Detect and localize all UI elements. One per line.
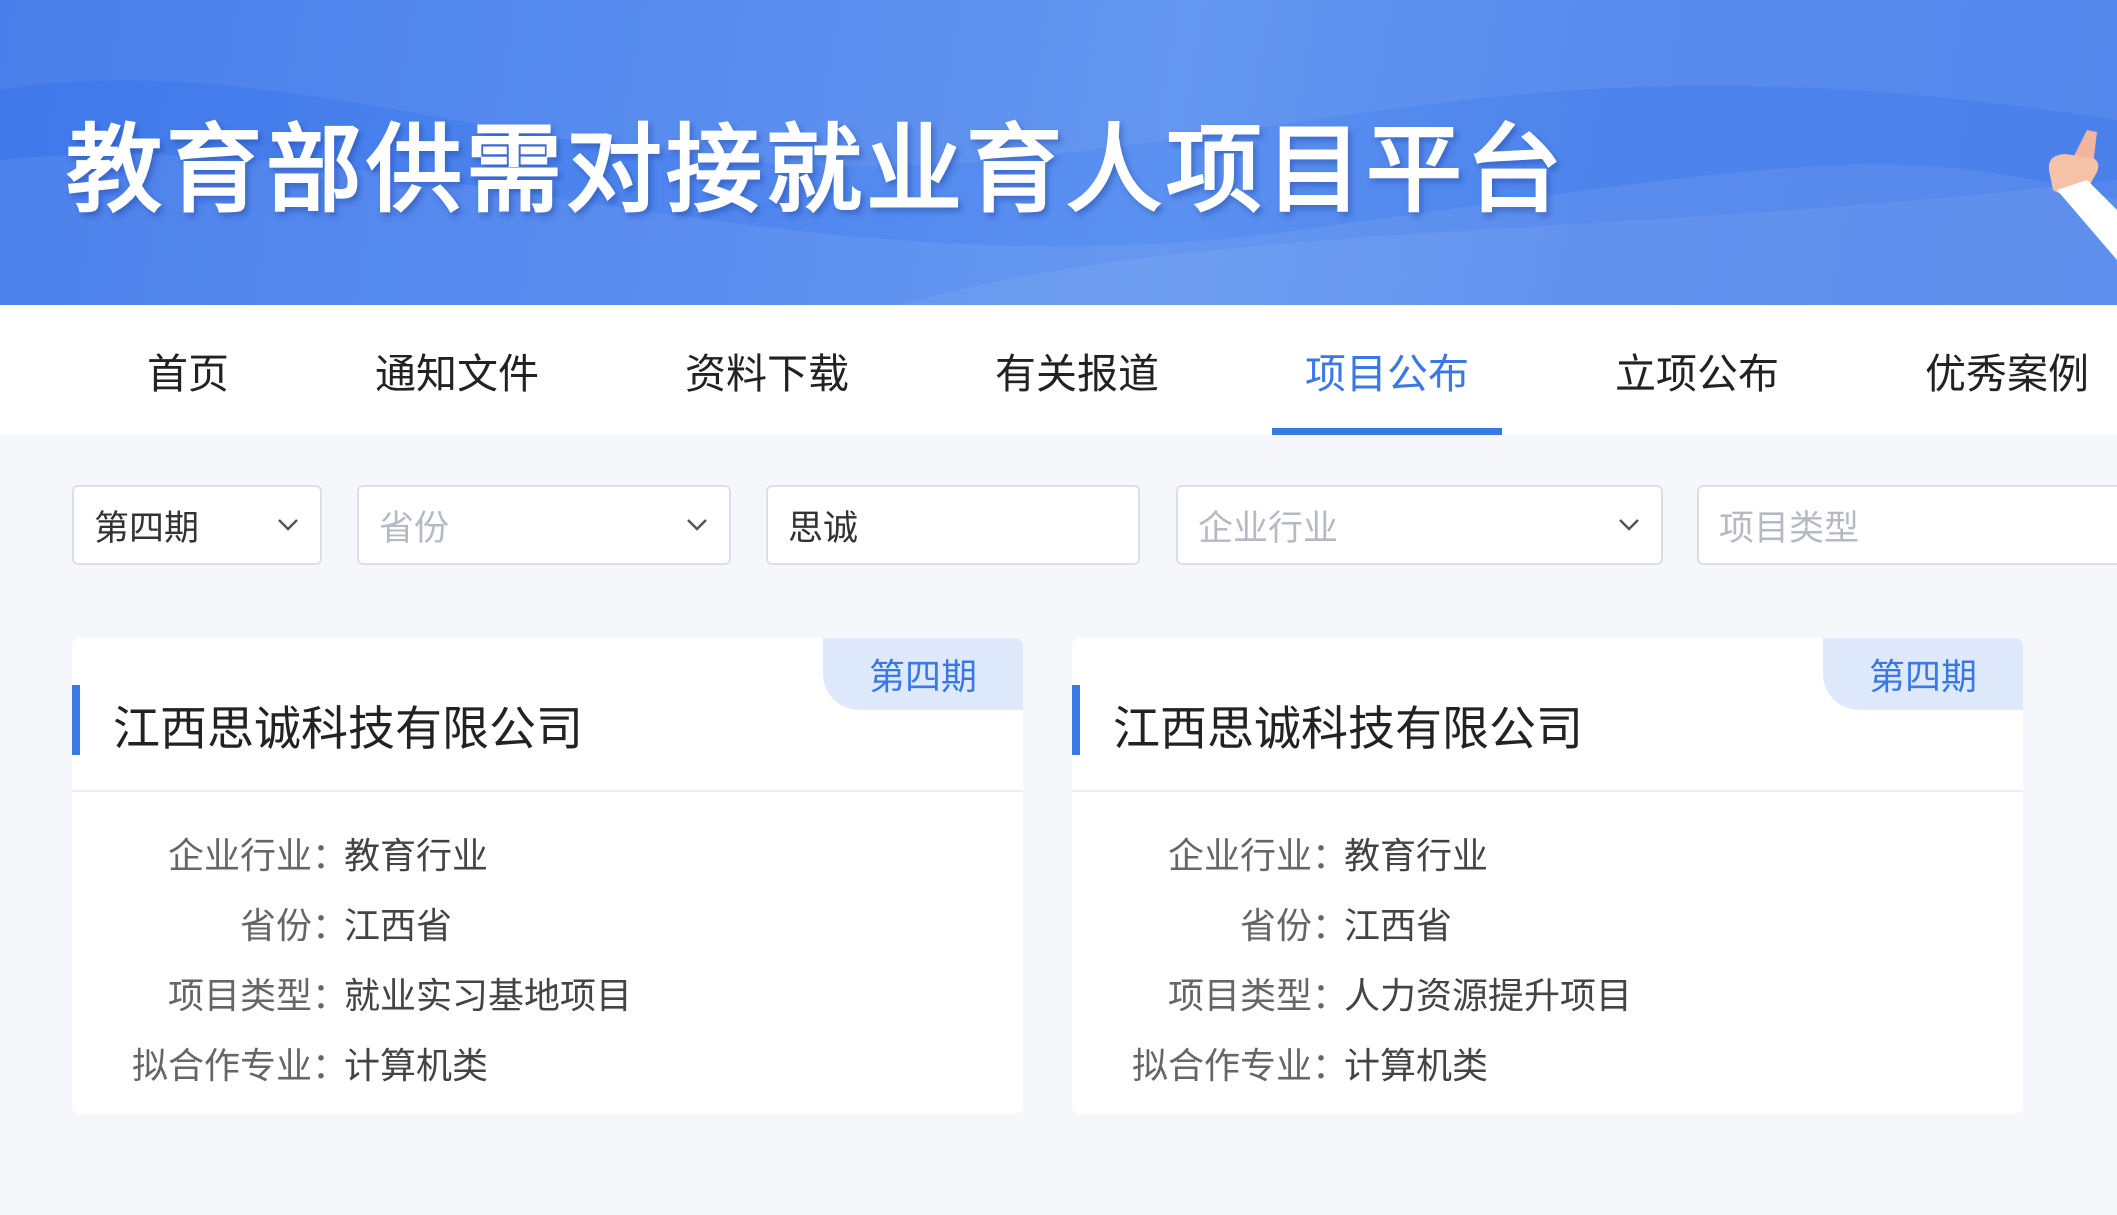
period-select-value: 第四期 — [94, 508, 200, 549]
site-title: 教育部供需对接就业育人项目平台 — [66, 114, 1566, 226]
field-label: 项目类型 — [1167, 976, 1312, 1017]
chevron-down-icon — [685, 513, 709, 537]
field-project-type: 项目类型 ： 就业实习基地项目 — [72, 958, 1023, 1028]
period-badge: 第四期 — [1823, 638, 2023, 710]
header-banner: 教育部供需对接就业育人项目平台 — [0, 0, 2117, 305]
field-label: 拟合作专业 — [1131, 1046, 1312, 1087]
nav-item-label: 有关报道 — [995, 350, 1159, 398]
field-colon: ： — [312, 836, 349, 877]
nav-item-reports[interactable]: 有关报道 — [982, 305, 1172, 435]
nav-item-notices[interactable]: 通知文件 — [362, 305, 552, 435]
project-type-select[interactable]: 项目类型 — [1697, 485, 2117, 565]
nav-item-excellent-cases[interactable]: 优秀案例 — [1912, 305, 2102, 435]
field-label: 项目类型 — [167, 976, 312, 1017]
field-colon: ： — [312, 1046, 349, 1087]
nav-item-label: 资料下载 — [685, 350, 849, 398]
field-label: 拟合作专业 — [131, 1046, 312, 1087]
project-card[interactable]: 江西思诚科技有限公司 第四期 企业行业 ： 教育行业 省份 ： 江西省 项目类型… — [72, 638, 1023, 1114]
keyword-input-value: 思诚 — [788, 508, 859, 549]
thumbs-up-illustration-icon — [2048, 130, 2117, 260]
field-colon: ： — [312, 976, 349, 1017]
field-project-type: 项目类型 ： 人力资源提升项目 — [1072, 958, 2023, 1028]
project-type-placeholder: 项目类型 — [1719, 508, 1860, 549]
field-colon: ： — [1312, 836, 1349, 877]
field-label: 省份 — [1239, 906, 1312, 947]
industry-select[interactable]: 企业行业 — [1176, 485, 1663, 565]
card-accent-bar — [1072, 685, 1080, 755]
card-details: 企业行业 ： 教育行业 省份 ： 江西省 项目类型 ： 就业实习基地项目 拟合作… — [72, 818, 1023, 1098]
field-province: 省份 ： 江西省 — [1072, 888, 2023, 958]
nav-item-label: 优秀案例 — [1925, 350, 2089, 398]
field-colon: ： — [1312, 1046, 1349, 1087]
field-value: 教育行业 — [1344, 836, 1489, 877]
field-label: 省份 — [239, 906, 312, 947]
project-card[interactable]: 江西思诚科技有限公司 第四期 企业行业 ： 教育行业 省份 ： 江西省 项目类型… — [1072, 638, 2023, 1114]
field-major: 拟合作专业 ： 计算机类 — [1072, 1028, 2023, 1098]
field-value: 计算机类 — [344, 1046, 489, 1087]
nav-item-label: 立项公布 — [1615, 350, 1779, 398]
field-value: 计算机类 — [1344, 1046, 1489, 1087]
field-value: 就业实习基地项目 — [344, 976, 633, 1017]
company-name: 江西思诚科技有限公司 — [1113, 702, 1583, 757]
field-colon: ： — [1312, 976, 1349, 1017]
nav-item-label: 首页 — [147, 350, 229, 398]
nav-item-downloads[interactable]: 资料下载 — [672, 305, 862, 435]
card-header: 江西思诚科技有限公司 第四期 — [1072, 638, 2023, 792]
field-colon: ： — [1312, 906, 1349, 947]
field-province: 省份 ： 江西省 — [72, 888, 1023, 958]
field-value: 人力资源提升项目 — [1344, 976, 1633, 1017]
card-accent-bar — [72, 685, 80, 755]
card-details: 企业行业 ： 教育行业 省份 ： 江西省 项目类型 ： 人力资源提升项目 拟合作… — [1072, 818, 2023, 1098]
nav-item-label: 通知文件 — [375, 350, 539, 398]
period-select[interactable]: 第四期 — [72, 485, 322, 565]
nav-item-project-announcement[interactable]: 项目公布 — [1272, 305, 1502, 435]
field-industry: 企业行业 ： 教育行业 — [1072, 818, 2023, 888]
company-name: 江西思诚科技有限公司 — [113, 702, 583, 757]
nav-item-home[interactable]: 首页 — [128, 305, 248, 435]
card-header: 江西思诚科技有限公司 第四期 — [72, 638, 1023, 792]
field-value: 江西省 — [1344, 906, 1453, 947]
field-industry: 企业行业 ： 教育行业 — [72, 818, 1023, 888]
main-nav: 首页 通知文件 资料下载 有关报道 项目公布 立项公布 优秀案例 — [0, 305, 2117, 435]
nav-item-approval-announcement[interactable]: 立项公布 — [1602, 305, 1792, 435]
chevron-down-icon — [276, 513, 300, 537]
nav-item-label: 项目公布 — [1305, 350, 1469, 398]
field-label: 企业行业 — [167, 836, 312, 877]
period-badge: 第四期 — [823, 638, 1023, 710]
industry-select-placeholder: 企业行业 — [1198, 508, 1339, 549]
province-select[interactable]: 省份 — [357, 485, 731, 565]
field-label: 企业行业 — [1167, 836, 1312, 877]
chevron-down-icon — [1617, 513, 1641, 537]
keyword-search-input[interactable]: 思诚 — [766, 485, 1140, 565]
field-value: 教育行业 — [344, 836, 489, 877]
field-major: 拟合作专业 ： 计算机类 — [72, 1028, 1023, 1098]
field-colon: ： — [312, 906, 349, 947]
nav-active-indicator — [1272, 428, 1502, 435]
field-value: 江西省 — [344, 906, 453, 947]
province-select-placeholder: 省份 — [379, 508, 450, 549]
